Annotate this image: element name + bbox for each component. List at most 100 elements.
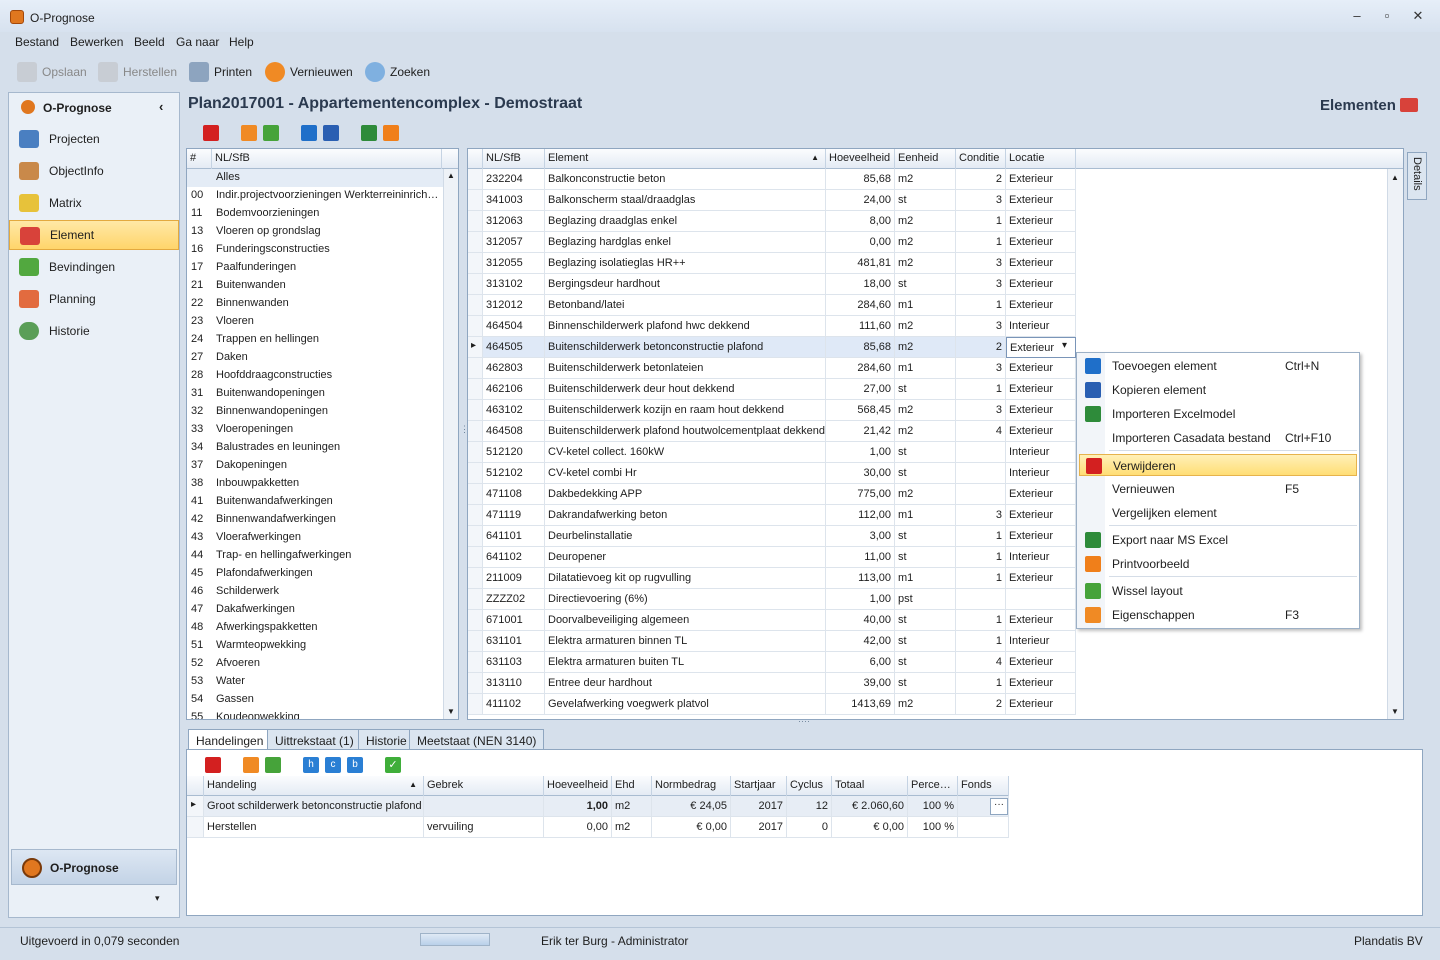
column-header-handeling[interactable]: Handeling ▲ — [204, 776, 424, 796]
layout-icon[interactable] — [265, 757, 281, 773]
category-row[interactable]: 11 Bodemvoorzieningen — [187, 205, 443, 223]
column-header-nlsfb[interactable]: NL/SfB — [212, 149, 442, 169]
category-scrollbar[interactable]: ▲ ▼ — [443, 169, 458, 719]
column-header-totaal[interactable]: Totaal — [832, 776, 908, 796]
category-row[interactable]: 48 Afwerkingspakketten — [187, 619, 443, 637]
category-row[interactable]: 42 Binnenwandafwerkingen — [187, 511, 443, 529]
category-row[interactable]: 16 Funderingsconstructies — [187, 241, 443, 259]
minimize-button[interactable]: – — [1348, 8, 1366, 24]
scroll-down-icon[interactable]: ▼ — [447, 707, 455, 716]
ellipsis-button[interactable]: ··· — [990, 798, 1008, 815]
column-header-eenheid[interactable]: Eenheid — [895, 149, 956, 169]
category-row[interactable]: 32 Binnenwandopeningen — [187, 403, 443, 421]
column-header-element[interactable]: Element ▲ — [545, 149, 826, 169]
table-row[interactable]: 232204 Balkonconstructie beton 85,68 m2 2 Ext… — [468, 169, 1076, 190]
tab-handelingen[interactable]: Handelingen — [188, 729, 272, 750]
delete-icon[interactable] — [203, 125, 219, 141]
column-header-startjaar[interactable]: Startjaar — [731, 776, 787, 796]
column-header-hoeveelheid[interactable]: Hoeveelheid — [544, 776, 612, 796]
menu-item-wissel-layout[interactable]: Wissel layout — [1079, 580, 1357, 602]
table-row[interactable]: 471108 Dakbedekking APP 775,00 m2 Exterieur — [468, 484, 1076, 505]
category-row[interactable]: 41 Buitenwandafwerkingen — [187, 493, 443, 511]
category-row[interactable]: 00 Indir.projectvoorzieningen Werkterrein… — [187, 187, 443, 205]
category-row[interactable]: 33 Vloeropeningen — [187, 421, 443, 439]
table-row[interactable]: 641102 Deuropener 11,00 st 1 Interieur — [468, 547, 1076, 568]
column-header-percentage[interactable]: Perce… — [908, 776, 958, 796]
nav-item-element[interactable]: Element — [9, 220, 179, 250]
nav-item-objectinfo[interactable]: ObjectInfo — [9, 156, 179, 186]
category-row[interactable]: 37 Dakopeningen — [187, 457, 443, 475]
column-header-hoeveelheid[interactable]: Hoeveelheid — [826, 149, 895, 169]
close-button[interactable]: ✕ — [1409, 8, 1427, 24]
category-row[interactable]: 44 Trap- en hellingafwerkingen — [187, 547, 443, 565]
category-row[interactable]: 46 Schilderwerk — [187, 583, 443, 601]
menu-item-importeren-excelmodel[interactable]: Importeren Excelmodel — [1079, 403, 1357, 425]
category-row[interactable]: 47 Dakafwerkingen — [187, 601, 443, 619]
print-button[interactable]: Printen — [189, 55, 252, 89]
column-header-normbedrag[interactable]: Normbedrag — [652, 776, 731, 796]
elements-scrollbar[interactable]: ▲ ▼ — [1387, 169, 1403, 719]
collapse-nav-icon[interactable]: ‹ — [159, 99, 163, 114]
properties-icon[interactable] — [241, 125, 257, 141]
category-row[interactable]: 22 Binnenwanden — [187, 295, 443, 313]
b-icon[interactable]: b — [347, 757, 363, 773]
menu-item-importeren-casadata-bestand[interactable]: Importeren Casadata bestand Ctrl+F10 — [1079, 427, 1357, 449]
column-header-nlsfb[interactable]: NL/SfB — [483, 149, 545, 169]
nav-bottom-button[interactable]: O-Prognose — [11, 849, 177, 885]
table-row[interactable]: 211009 Dilatatievoeg kit op rugvulling 113… — [468, 568, 1076, 589]
category-row[interactable]: 54 Gassen — [187, 691, 443, 709]
category-row[interactable]: Alles — [187, 169, 443, 187]
menu-item-kopieren-element[interactable]: Kopieren element — [1079, 379, 1357, 401]
nav-item-historie[interactable]: Historie — [9, 316, 179, 346]
checkmark-icon[interactable]: ✓ — [385, 757, 401, 773]
menu-item-vergelijken-element[interactable]: Vergelijken element — [1079, 502, 1357, 524]
table-row[interactable]: 312055 Beglazing isolatieglas HR++ 481,81 m… — [468, 253, 1076, 274]
category-row[interactable]: 17 Paalfunderingen — [187, 259, 443, 277]
maximize-button[interactable]: ▫ — [1378, 8, 1396, 24]
category-row[interactable]: 21 Buitenwanden — [187, 277, 443, 295]
restore-button[interactable]: Herstellen — [98, 55, 177, 89]
menu-item-eigenschappen[interactable]: Eigenschappen F3 — [1079, 604, 1357, 626]
menu-ga-naar[interactable]: Ga naar — [176, 35, 219, 49]
menu-item-printvoorbeeld[interactable]: Printvoorbeeld — [1079, 553, 1357, 575]
scroll-up-icon[interactable]: ▲ — [1391, 173, 1399, 182]
table-row[interactable]: 512102 CV-ketel combi Hr 30,00 st Interieur — [468, 463, 1076, 484]
category-row[interactable]: 51 Warmteopwekking — [187, 637, 443, 655]
refresh-button[interactable]: Vernieuwen — [265, 55, 353, 89]
c-icon[interactable]: c — [325, 757, 341, 773]
table-row[interactable]: 313102 Bergingsdeur hardhout 18,00 st 3 Exter… — [468, 274, 1076, 295]
category-row[interactable]: 55 Koudeopwekking — [187, 709, 443, 719]
h-icon[interactable]: h — [303, 757, 319, 773]
nav-options-icon[interactable]: ▾ — [155, 893, 160, 904]
tab-meetstaat[interactable]: Meetstaat (NEN 3140) — [409, 729, 545, 750]
column-header-cyclus[interactable]: Cyclus — [787, 776, 832, 796]
table-row[interactable]: 462106 Buitenschilderwerk deur hout dekke… — [468, 379, 1076, 400]
table-row[interactable]: 671001 Doorvalbeveiliging algemeen 40,00 st… — [468, 610, 1076, 631]
table-row[interactable]: ZZZZ02 Directievoering (6%) 1,00 pst — [468, 589, 1076, 610]
table-row[interactable]: ▸ 464505 Buitenschilderwerk betonconstruct… — [468, 337, 1076, 358]
scroll-down-icon[interactable]: ▼ — [1391, 707, 1399, 716]
column-header-conditie[interactable]: Conditie — [956, 149, 1006, 169]
excel-icon[interactable] — [361, 125, 377, 141]
category-row[interactable]: 27 Daken — [187, 349, 443, 367]
menu-bestand[interactable]: Bestand — [15, 35, 59, 49]
menu-item-export-naar-ms-excel[interactable]: Export naar MS Excel — [1079, 529, 1357, 551]
nav-item-projecten[interactable]: Projecten — [9, 124, 179, 154]
table-row[interactable]: 341003 Balkonscherm staal/draadglas 24,00 s… — [468, 190, 1076, 211]
column-header-gebrek[interactable]: Gebrek — [424, 776, 544, 796]
column-header-number[interactable]: # — [187, 149, 212, 169]
category-row[interactable]: 24 Trappen en hellingen — [187, 331, 443, 349]
category-row[interactable]: 53 Water — [187, 673, 443, 691]
copy-icon[interactable] — [323, 125, 339, 141]
column-header-locatie[interactable]: Locatie — [1006, 149, 1076, 169]
menu-item-toevoegen-element[interactable]: Toevoegen element Ctrl+N — [1079, 355, 1357, 377]
table-row[interactable]: 464508 Buitenschilderwerk plafond houtwol… — [468, 421, 1076, 442]
table-row[interactable]: 313110 Entree deur hardhout 39,00 st 1 Exteri… — [468, 673, 1076, 694]
table-row[interactable]: 631101 Elektra armaturen binnen TL 42,00 st… — [468, 631, 1076, 652]
table-row[interactable]: 471119 Dakrandafwerking beton 112,00 m1 3 Ext… — [468, 505, 1076, 526]
table-row[interactable]: 462803 Buitenschilderwerk betonlateien 284… — [468, 358, 1076, 379]
table-row[interactable]: Herstellen vervuiling 0,00 m2 € 0,00 2017 0 € 0… — [187, 817, 1009, 838]
category-row[interactable]: 52 Afvoeren — [187, 655, 443, 673]
menu-item-vernieuwen[interactable]: Vernieuwen F5 — [1079, 478, 1357, 500]
table-row[interactable]: 312063 Beglazing draadglas enkel 8,00 m2 1 Ex… — [468, 211, 1076, 232]
